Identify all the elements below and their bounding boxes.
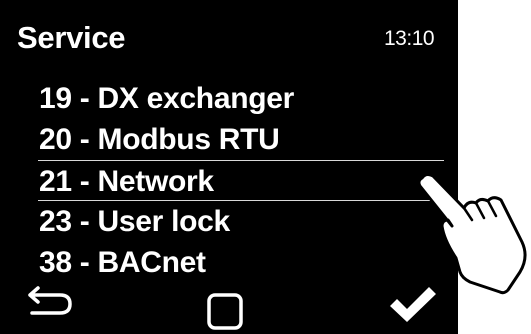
menu-item-user-lock[interactable]: 23 - User lock	[0, 201, 458, 242]
home-button[interactable]	[206, 292, 246, 332]
menu-item-label: 23 - User lock	[39, 205, 230, 238]
menu-item-bacnet[interactable]: 38 - BACnet	[0, 242, 458, 283]
menu-item-label: 38 - BACnet	[39, 246, 206, 279]
menu-item-label: 21 - Network	[39, 165, 214, 198]
menu-item-modbus-rtu[interactable]: 20 - Modbus RTU	[0, 119, 458, 160]
page-title: Service	[17, 20, 126, 55]
device-screen: Service 13:10 19 - DX exchanger 20 - Mod…	[0, 0, 458, 334]
service-menu: 19 - DX exchanger 20 - Modbus RTU 21 - N…	[0, 78, 458, 283]
menu-item-label: 19 - DX exchanger	[39, 82, 295, 115]
clock-time: 13:10	[384, 27, 435, 50]
menu-item-label: 20 - Modbus RTU	[39, 123, 280, 156]
pointing-hand-icon	[417, 172, 527, 295]
bottom-navigation	[0, 280, 458, 334]
menu-item-network[interactable]: 21 - Network	[38, 160, 444, 201]
back-arrow-icon	[28, 286, 72, 315]
back-button[interactable]	[26, 285, 74, 319]
home-square-icon	[207, 293, 243, 330]
menu-item-dx-exchanger[interactable]: 19 - DX exchanger	[0, 78, 458, 119]
